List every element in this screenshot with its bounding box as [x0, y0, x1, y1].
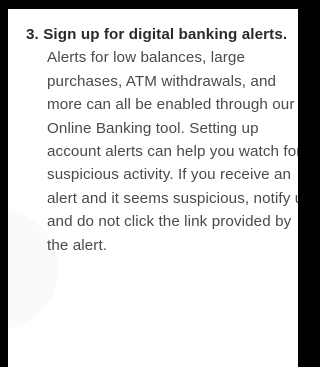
tip-card: 3. Sign up for digital banking alerts. A…: [8, 9, 298, 367]
tip-3-paragraph: 3. Sign up for digital banking alerts. A…: [26, 23, 298, 257]
tip-number: 3.: [26, 26, 39, 43]
tip-body: Alerts for low balances, large purchases…: [47, 49, 298, 254]
tip-heading: Sign up for digital banking alerts.: [43, 26, 288, 43]
